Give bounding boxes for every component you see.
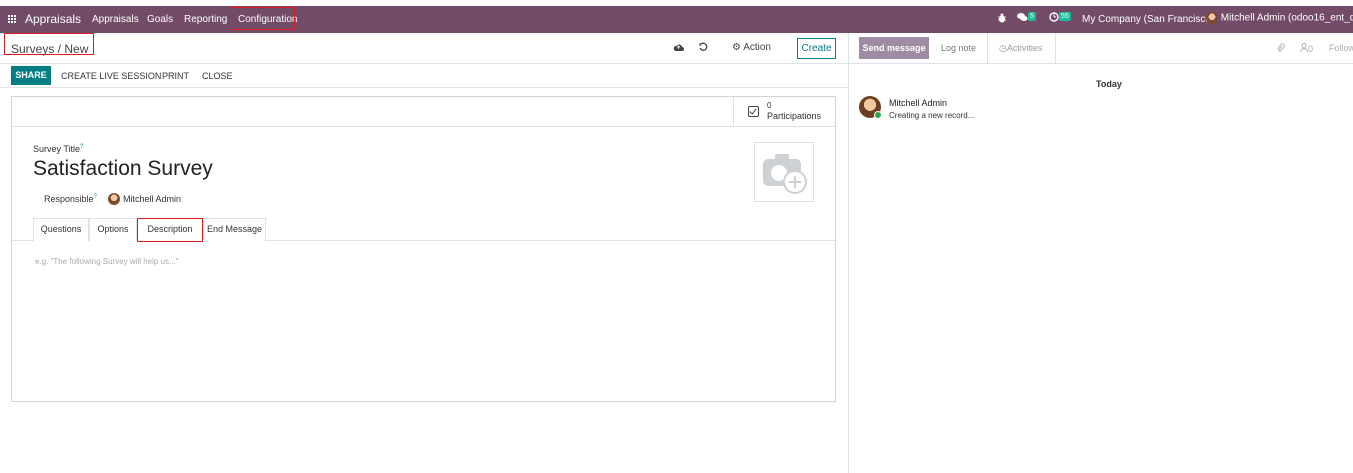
menu-reporting[interactable]: Reporting [184,14,227,25]
save-cloud-icon[interactable] [673,43,684,55]
control-panel-separator [0,63,848,64]
app-brand[interactable]: Appraisals [25,12,81,26]
user-avatar [1206,12,1218,24]
participations-label: Participations [767,111,822,121]
menu-goals[interactable]: Goals [147,14,173,25]
clock-icon: ◷ [999,43,1007,53]
main-navbar: Appraisals Appraisals Goals Reporting Co… [0,6,1353,33]
log-note-button[interactable]: Log note [941,43,976,53]
activities-badge: 55 [1059,12,1071,21]
tab-end-message[interactable]: End Message [203,218,266,241]
user-menu[interactable]: Mitchell Admin (odoo16_ent_dem [1206,12,1353,24]
share-button[interactable]: SHARE [11,66,51,85]
responsible-name: Mitchell Admin [123,194,182,204]
message-body: Creating a new record... [889,111,975,120]
followers-count: 0 [1308,44,1314,54]
chat-bubbles-icon [1017,13,1028,25]
description-tab-highlight-box [137,218,203,242]
tab-options[interactable]: Options [89,218,137,241]
action-menu[interactable]: ⚙ Action [732,42,771,53]
responsible-field[interactable]: Mitchell Admin [108,193,181,205]
breadcrumb[interactable]: Surveys / New [11,42,88,56]
survey-title-input[interactable]: Satisfaction Survey [33,157,213,181]
activities-button[interactable]: ◷Activities [987,33,1056,63]
tab-questions[interactable]: Questions [33,218,89,241]
messages-indicator[interactable]: 5 [1017,12,1036,25]
user-name: Mitchell Admin (odoo16_ent_dem [1220,12,1353,24]
person-icon [1300,43,1308,54]
activities-label: ◷Activities [999,43,1043,53]
checkbox-icon [748,106,759,117]
description-editor[interactable]: e.g. "The following Survey will help us.… [35,257,179,266]
date-separator: Today [1096,79,1122,89]
create-button[interactable]: Create [797,38,836,59]
company-switcher[interactable]: My Company (San Francisco) [1082,14,1214,25]
help-tooltip-icon[interactable]: ? [80,144,83,150]
discard-undo-icon[interactable] [698,42,708,55]
create-live-session-button[interactable]: CREATE LIVE SESSION [61,71,161,81]
participations-count: 0 [767,101,772,110]
message-author[interactable]: Mitchell Admin [889,98,947,108]
chatter-panel: Send message Log note ◷Activities 0 Foll… [848,33,1353,473]
print-button[interactable]: PRINT [162,71,189,81]
paperclip-icon[interactable] [1276,43,1285,56]
survey-title-label: Survey Title? [33,144,84,154]
activities-indicator[interactable]: 55 [1049,12,1071,25]
menu-appraisals[interactable]: Appraisals [92,14,139,25]
responsible-avatar [108,193,120,205]
responsible-label: Responsible? [44,194,97,204]
add-plus-icon [783,170,807,194]
button-box-divider [12,126,835,127]
clock-icon [1049,12,1059,25]
form-sheet: 0 Participations Survey Title? Satisfact… [11,96,836,402]
follow-button[interactable]: Follow [1329,43,1353,53]
send-message-button[interactable]: Send message [859,37,929,59]
followers-button[interactable]: 0 [1300,43,1313,54]
action-label: Action [743,42,771,53]
help-tooltip-icon[interactable]: ? [94,194,97,200]
gear-icon: ⚙ [732,42,741,53]
survey-image-upload[interactable] [754,142,814,202]
messages-badge: 5 [1028,12,1036,21]
online-status-icon [874,111,882,119]
close-button[interactable]: CLOSE [202,71,233,81]
debug-bug-icon[interactable] [997,13,1007,26]
participations-smart-button[interactable]: 0 Participations [733,97,835,126]
configuration-highlight-box [229,7,295,30]
chatter-divider [849,63,1353,64]
apps-menu-icon[interactable] [8,15,17,24]
